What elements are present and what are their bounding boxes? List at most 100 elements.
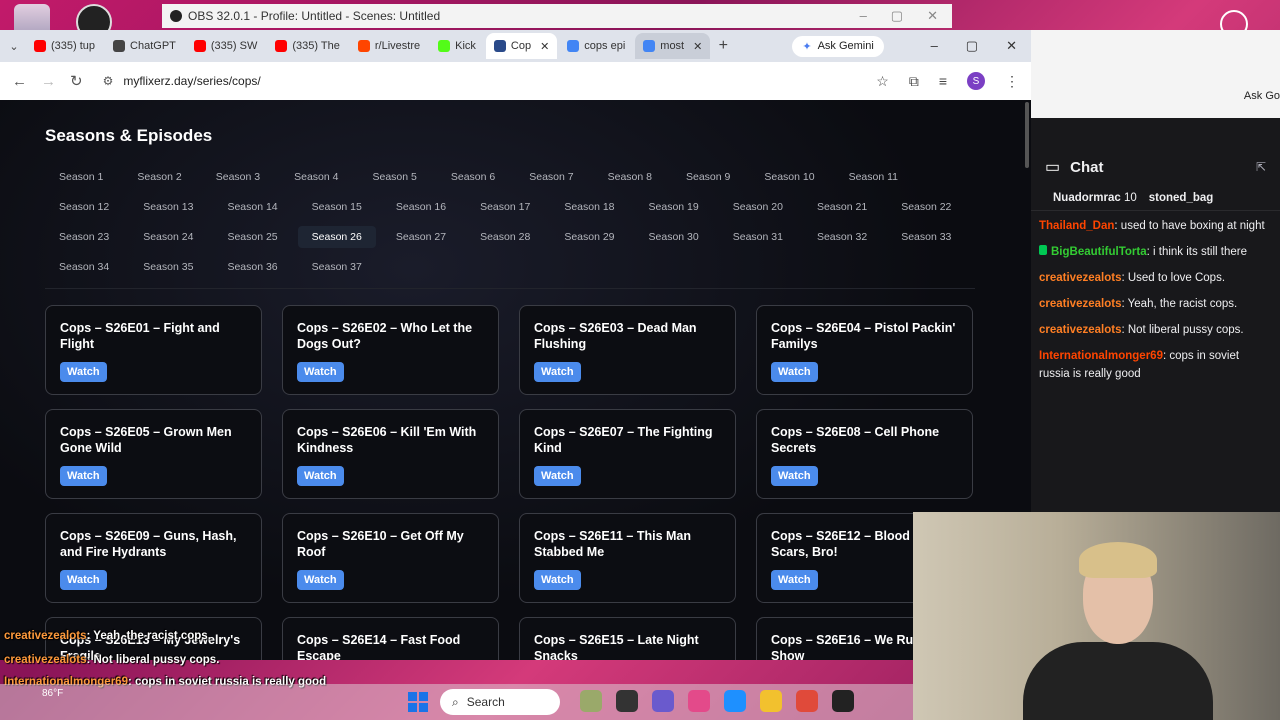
browser-tab[interactable]: r/Livestre bbox=[350, 33, 428, 59]
minimize-icon[interactable]: – bbox=[860, 8, 867, 24]
watch-button[interactable]: Watch bbox=[771, 570, 818, 590]
maximize-icon[interactable]: ▢ bbox=[891, 8, 903, 24]
tab-search-chevron-down-icon[interactable]: ⌄ bbox=[4, 40, 24, 53]
chrome-icon[interactable] bbox=[796, 690, 818, 712]
episode-card[interactable]: Cops – S26E10 – Get Off My Roof Watch bbox=[282, 513, 499, 603]
file-explorer-icon[interactable] bbox=[760, 690, 782, 712]
chat-username[interactable]: BigBeautifulTorta bbox=[1051, 246, 1147, 258]
season-tab[interactable]: Season 20 bbox=[719, 196, 797, 218]
chat-username[interactable]: creativezealots bbox=[1039, 298, 1121, 310]
ask-gemini-button[interactable]: ✦ Ask Gemini bbox=[792, 35, 884, 57]
season-tab[interactable]: Season 12 bbox=[45, 196, 123, 218]
season-tab[interactable]: Season 27 bbox=[382, 226, 460, 248]
browser-tab[interactable]: Kick bbox=[430, 33, 484, 59]
episode-card[interactable]: Cops – S26E15 – Late Night SnacksWatch bbox=[519, 617, 736, 660]
season-tab[interactable]: Season 1 bbox=[45, 166, 117, 188]
chat-username[interactable]: creativezealots bbox=[1039, 272, 1121, 284]
close-icon[interactable]: ✕ bbox=[927, 8, 938, 24]
browser-tab[interactable]: most ✕ bbox=[635, 33, 711, 59]
profile-avatar[interactable]: S bbox=[967, 72, 985, 90]
episode-card[interactable]: Cops – S26E09 – Guns, Hash, and Fire Hyd… bbox=[45, 513, 262, 603]
season-tab[interactable]: Season 4 bbox=[280, 166, 352, 188]
season-tab[interactable]: Season 8 bbox=[594, 166, 666, 188]
season-tab[interactable]: Season 10 bbox=[750, 166, 828, 188]
browser-tab[interactable]: ChatGPT bbox=[105, 33, 184, 59]
season-tab[interactable]: Season 33 bbox=[887, 226, 965, 248]
season-tab[interactable]: Season 21 bbox=[803, 196, 881, 218]
leader-entry[interactable]: stoned_bag bbox=[1149, 192, 1214, 204]
bookmark-star-icon[interactable]: ☆ bbox=[876, 73, 889, 90]
close-icon[interactable]: ✕ bbox=[1006, 38, 1017, 54]
season-tab[interactable]: Season 30 bbox=[635, 226, 713, 248]
site-info-icon[interactable]: ⚙ bbox=[103, 74, 114, 88]
browser-tab[interactable]: cops epi bbox=[559, 33, 633, 59]
season-tab[interactable]: Season 13 bbox=[129, 196, 207, 218]
season-tab[interactable]: Season 37 bbox=[298, 256, 376, 278]
tab-close-icon[interactable]: ✕ bbox=[540, 40, 549, 53]
episode-card[interactable]: Cops – S26E11 – This Man Stabbed Me Watch bbox=[519, 513, 736, 603]
chat-username[interactable]: creativezealots bbox=[1039, 324, 1121, 336]
season-tab[interactable]: Season 29 bbox=[550, 226, 628, 248]
episode-card[interactable]: Cops – S26E04 – Pistol Packin' Familys Wa… bbox=[756, 305, 973, 395]
minimize-icon[interactable]: – bbox=[931, 38, 938, 54]
page-scrollbar[interactable] bbox=[1025, 102, 1029, 168]
maximize-icon[interactable]: ▢ bbox=[966, 38, 978, 54]
season-tab[interactable]: Season 31 bbox=[719, 226, 797, 248]
widget-app-icon[interactable] bbox=[580, 690, 602, 712]
episode-card[interactable]: Cops – S26E03 – Dead Man Flushing Watch bbox=[519, 305, 736, 395]
watch-button[interactable]: Watch bbox=[534, 466, 581, 486]
taskbar-search[interactable]: ⌕ Search bbox=[440, 689, 560, 715]
season-tab[interactable]: Season 34 bbox=[45, 256, 123, 278]
extensions-icon[interactable]: ⧉ bbox=[909, 73, 919, 90]
season-tab[interactable]: Season 32 bbox=[803, 226, 881, 248]
popout-icon[interactable]: ⇱ bbox=[1256, 160, 1266, 174]
browser-tab[interactable]: Cop ✕ bbox=[485, 33, 558, 59]
tab-close-icon[interactable]: ✕ bbox=[693, 40, 702, 53]
season-tab[interactable]: Season 26 bbox=[297, 226, 376, 248]
media-controls-icon[interactable]: ≡ bbox=[939, 73, 947, 89]
back-icon[interactable]: ← bbox=[12, 73, 27, 90]
watch-button[interactable]: Watch bbox=[60, 570, 107, 590]
task-view-icon[interactable] bbox=[616, 690, 638, 712]
season-tab[interactable]: Season 23 bbox=[45, 226, 123, 248]
episode-card[interactable]: Cops – S26E07 – The Fighting Kind Watch bbox=[519, 409, 736, 499]
watch-button[interactable]: Watch bbox=[534, 570, 581, 590]
new-tab-button[interactable]: + bbox=[712, 37, 734, 55]
address-bar[interactable]: ⚙ myflixerz.day/series/cops/ bbox=[96, 67, 863, 95]
episode-card[interactable]: Cops – S26E05 – Grown Men Gone Wild Watch bbox=[45, 409, 262, 499]
season-tab[interactable]: Season 16 bbox=[382, 196, 460, 218]
ask-google-button[interactable]: Ask Go bbox=[1244, 90, 1280, 102]
episode-card[interactable]: Cops – S26E01 – Fight and Flight Watch bbox=[45, 305, 262, 395]
weather-widget[interactable]: 86°F bbox=[42, 688, 63, 699]
season-tab[interactable]: Season 7 bbox=[515, 166, 587, 188]
season-tab[interactable]: Season 15 bbox=[298, 196, 376, 218]
chat-username[interactable]: Internationalmonger69 bbox=[1039, 350, 1163, 362]
season-tab[interactable]: Season 14 bbox=[213, 196, 291, 218]
season-tab[interactable]: Season 22 bbox=[887, 196, 965, 218]
menu-kebab-icon[interactable]: ⋮ bbox=[1005, 73, 1019, 90]
episode-card[interactable]: Cops – S26E08 – Cell Phone Secrets Watch bbox=[756, 409, 973, 499]
copilot-icon[interactable] bbox=[688, 690, 710, 712]
season-tab[interactable]: Season 28 bbox=[466, 226, 544, 248]
watch-button[interactable]: Watch bbox=[297, 570, 344, 590]
watch-button[interactable]: Watch bbox=[60, 362, 107, 382]
season-tab[interactable]: Season 25 bbox=[213, 226, 291, 248]
episode-card[interactable]: Cops – S26E06 – Kill 'Em With Kindness Wa… bbox=[282, 409, 499, 499]
season-tab[interactable]: Season 3 bbox=[202, 166, 274, 188]
watch-button[interactable]: Watch bbox=[60, 466, 107, 486]
reload-icon[interactable]: ↻ bbox=[70, 72, 83, 90]
browser-tab[interactable]: (335) SW bbox=[186, 33, 265, 59]
obs-taskbar-icon[interactable] bbox=[832, 690, 854, 712]
watch-button[interactable]: Watch bbox=[771, 362, 818, 382]
teams-icon[interactable] bbox=[652, 690, 674, 712]
episode-card[interactable]: Cops – S26E14 – Fast Food EscapeWatch bbox=[282, 617, 499, 660]
season-tab[interactable]: Season 36 bbox=[213, 256, 291, 278]
watch-button[interactable]: Watch bbox=[297, 466, 344, 486]
browser-tab[interactable]: (335) tup bbox=[26, 33, 103, 59]
season-tab[interactable]: Season 2 bbox=[123, 166, 195, 188]
episode-card[interactable]: Cops – S26E02 – Who Let the Dogs Out? Wat… bbox=[282, 305, 499, 395]
browser-tab[interactable]: (335) The bbox=[267, 33, 348, 59]
forward-icon[interactable]: → bbox=[41, 73, 56, 90]
watch-button[interactable]: Watch bbox=[534, 362, 581, 382]
start-windows-icon[interactable] bbox=[408, 692, 428, 712]
